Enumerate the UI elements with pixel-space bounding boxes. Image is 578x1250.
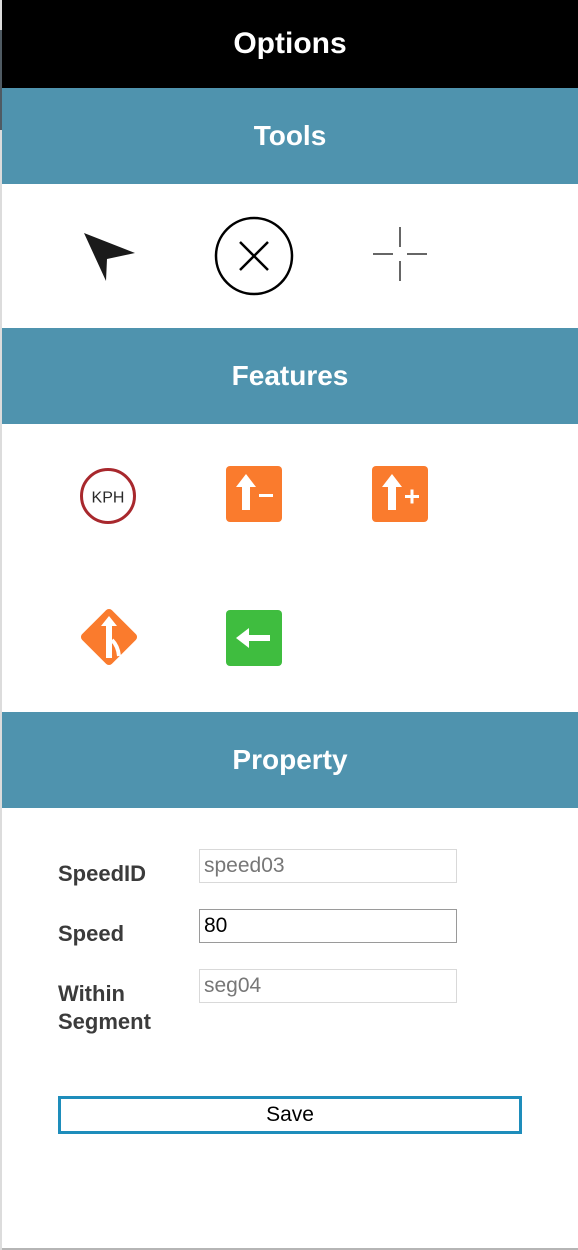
merge-sign-icon: [80, 608, 138, 666]
lane-increase-icon: [372, 466, 428, 522]
speedid-label: SpeedID: [58, 861, 147, 886]
speed-limit-button[interactable]: KPH: [79, 467, 137, 525]
tools-row: [2, 184, 578, 328]
property-section-header: Property: [2, 712, 578, 808]
tools-title: Tools: [253, 120, 327, 151]
speed-label: Speed: [58, 921, 125, 946]
within-segment-label: Within Segment: [58, 981, 151, 1034]
features-title: Features: [231, 360, 349, 391]
speed-field[interactable]: [199, 909, 457, 943]
features-grid: KPH: [2, 424, 578, 712]
pointer-arrow-icon: [84, 233, 135, 281]
within-segment-field[interactable]: [199, 969, 457, 1003]
left-arrow-icon: [226, 610, 282, 666]
lane-decrease-icon: [226, 466, 282, 522]
features-section-header: Features: [2, 328, 578, 424]
lane-decrease-button[interactable]: [226, 466, 282, 522]
crosshair-icon: [373, 227, 427, 281]
merge-sign-button[interactable]: [74, 602, 144, 672]
crosshair-tool-button[interactable]: [372, 226, 428, 282]
pointer-tool-button[interactable]: [80, 226, 138, 284]
left-arrow-button[interactable]: [226, 610, 282, 666]
kph-label: KPH: [92, 490, 125, 507]
property-title: Property: [232, 744, 348, 775]
options-panel: Options Tools Features KPH Property Spee…: [2, 0, 578, 1250]
property-form: SpeedID Speed Within Segment Save: [2, 808, 578, 1248]
speed-limit-kph-icon: KPH: [80, 468, 136, 524]
options-title: Options: [233, 27, 347, 60]
circle-x-delete-icon: [214, 216, 294, 296]
delete-tool-button[interactable]: [214, 216, 294, 296]
lane-increase-button[interactable]: [372, 466, 428, 522]
speedid-field[interactable]: [199, 849, 457, 883]
tools-section-header: Tools: [2, 88, 578, 184]
save-button[interactable]: Save: [58, 1096, 522, 1134]
options-header: Options: [2, 0, 578, 88]
